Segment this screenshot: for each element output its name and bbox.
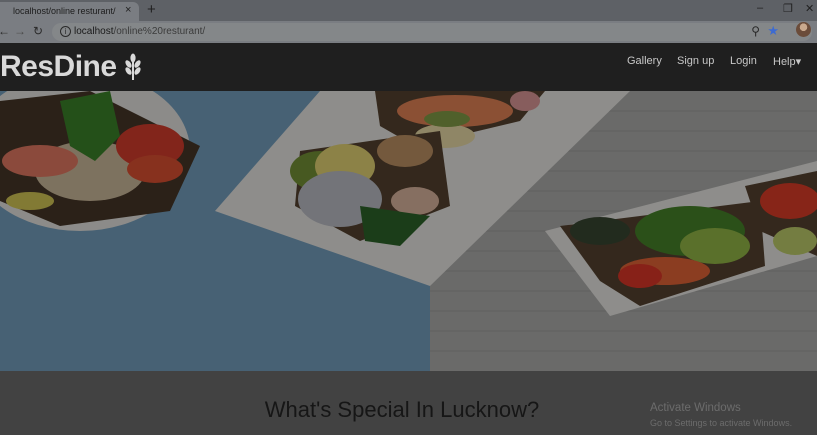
url-text: localhost/online%20resturant/ xyxy=(74,26,205,37)
tab-bar: localhost/online resturant/ × + – ❐ ✕ xyxy=(0,0,817,21)
site-navbar: ResDine Gallery Sign up Login Help▾ xyxy=(0,43,817,91)
restore-icon[interactable]: ❐ xyxy=(783,2,793,15)
zoom-icon[interactable]: ⚲ xyxy=(751,24,760,38)
minimize-icon[interactable]: – xyxy=(757,2,763,14)
tab-close-icon[interactable]: × xyxy=(125,4,131,16)
forward-icon[interactable]: → xyxy=(14,24,26,38)
wheat-leaf-icon xyxy=(125,53,141,80)
browser-window: localhost/online resturant/ × + – ❐ ✕ ← … xyxy=(0,0,817,435)
url-field[interactable]: i localhost/online%20resturant/ ⚲ ★ xyxy=(52,23,812,41)
chevron-down-icon: ▾ xyxy=(795,56,802,68)
brand-logo[interactable]: ResDine xyxy=(0,50,117,84)
window-close-icon[interactable]: ✕ xyxy=(805,2,814,15)
bookmark-star-icon[interactable]: ★ xyxy=(767,23,779,39)
activate-windows-title: Activate Windows xyxy=(650,402,741,414)
nav-help[interactable]: Help▾ xyxy=(773,55,801,68)
browser-tab[interactable]: localhost/online resturant/ × xyxy=(0,2,139,21)
nav-signup[interactable]: Sign up xyxy=(677,55,714,67)
activate-windows-subtitle: Go to Settings to activate Windows. xyxy=(650,418,793,428)
tab-title: localhost/online resturant/ xyxy=(13,6,116,16)
reload-icon[interactable]: ↻ xyxy=(33,24,43,38)
hero-overlay xyxy=(0,91,817,371)
profile-avatar[interactable] xyxy=(796,22,811,37)
specials-section: What's Special In Lucknow? Activate Wind… xyxy=(0,371,817,435)
info-icon[interactable]: i xyxy=(60,26,71,37)
nav-help-label: Help xyxy=(773,56,796,68)
hero-image xyxy=(0,91,817,371)
url-path: /online%20resturant/ xyxy=(113,26,206,37)
nav-gallery[interactable]: Gallery xyxy=(627,55,662,67)
new-tab-icon[interactable]: + xyxy=(147,1,156,19)
address-bar: ← → ↻ i localhost/online%20resturant/ ⚲ … xyxy=(0,21,817,43)
url-host: localhost xyxy=(74,26,114,37)
nav-login[interactable]: Login xyxy=(730,55,757,67)
back-icon[interactable]: ← xyxy=(0,24,10,38)
